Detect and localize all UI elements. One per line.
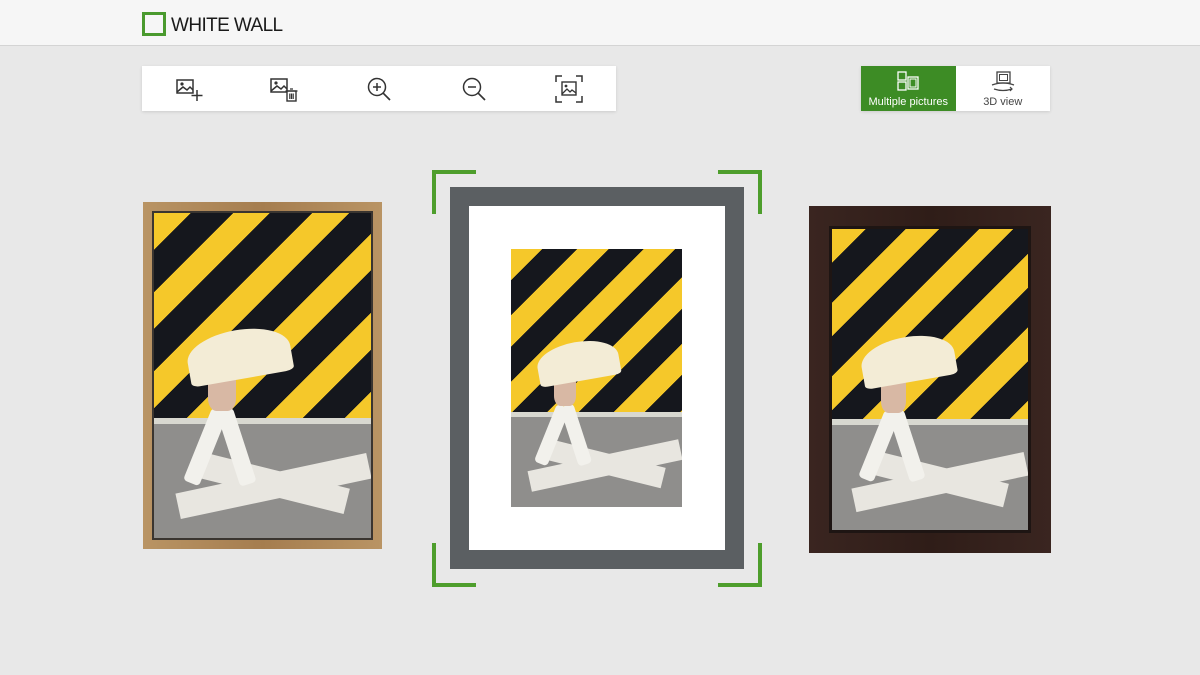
picture-oak-frame[interactable]: [143, 202, 382, 549]
logo-square-icon: [142, 12, 166, 36]
zoom-in-icon: [367, 77, 391, 101]
image-fit-icon: [554, 74, 583, 103]
image-trash-icon: [270, 77, 298, 102]
framed-photo: [832, 229, 1028, 530]
view-switch: Multiple pictures 3D view: [861, 66, 1050, 111]
striped-wall: [511, 249, 682, 412]
top-bar: WHITE WALL: [0, 0, 1200, 46]
framed-photo: [154, 213, 371, 538]
picture-grey-frame-selected[interactable]: [450, 187, 744, 569]
striped-wall: [154, 213, 371, 418]
add-picture-button[interactable]: [171, 71, 207, 107]
frame-inner: [152, 211, 373, 540]
3d-view-icon: [991, 71, 1014, 92]
3d-view-label: 3D view: [983, 96, 1023, 108]
picture-toolbar: [142, 66, 616, 111]
multiple-pictures-button[interactable]: Multiple pictures: [861, 66, 956, 111]
brand-logo[interactable]: WHITE WALL: [142, 10, 283, 36]
zoom-in-button[interactable]: [361, 71, 397, 107]
picture-dark-frame[interactable]: [809, 206, 1051, 553]
selection-corner-bottom-right: [718, 543, 762, 587]
zoom-out-button[interactable]: [456, 71, 492, 107]
selection-corner-top-right: [718, 170, 762, 214]
delete-picture-button[interactable]: [266, 71, 302, 107]
selection-corner-top-left: [432, 170, 476, 214]
passe-partout: [469, 206, 725, 550]
3d-view-button[interactable]: 3D view: [956, 66, 1051, 111]
zoom-out-icon: [462, 77, 486, 101]
brand-name: WHITE WALL: [171, 15, 283, 36]
frame-inner: [829, 226, 1031, 533]
multiple-pictures-icon: [897, 71, 919, 91]
selection-corner-bottom-left: [432, 543, 476, 587]
fit-to-screen-button[interactable]: [551, 71, 587, 107]
multiple-pictures-label: Multiple pictures: [868, 96, 948, 108]
image-plus-icon: [176, 78, 203, 101]
framed-photo: [511, 249, 682, 507]
striped-wall: [832, 229, 1028, 419]
